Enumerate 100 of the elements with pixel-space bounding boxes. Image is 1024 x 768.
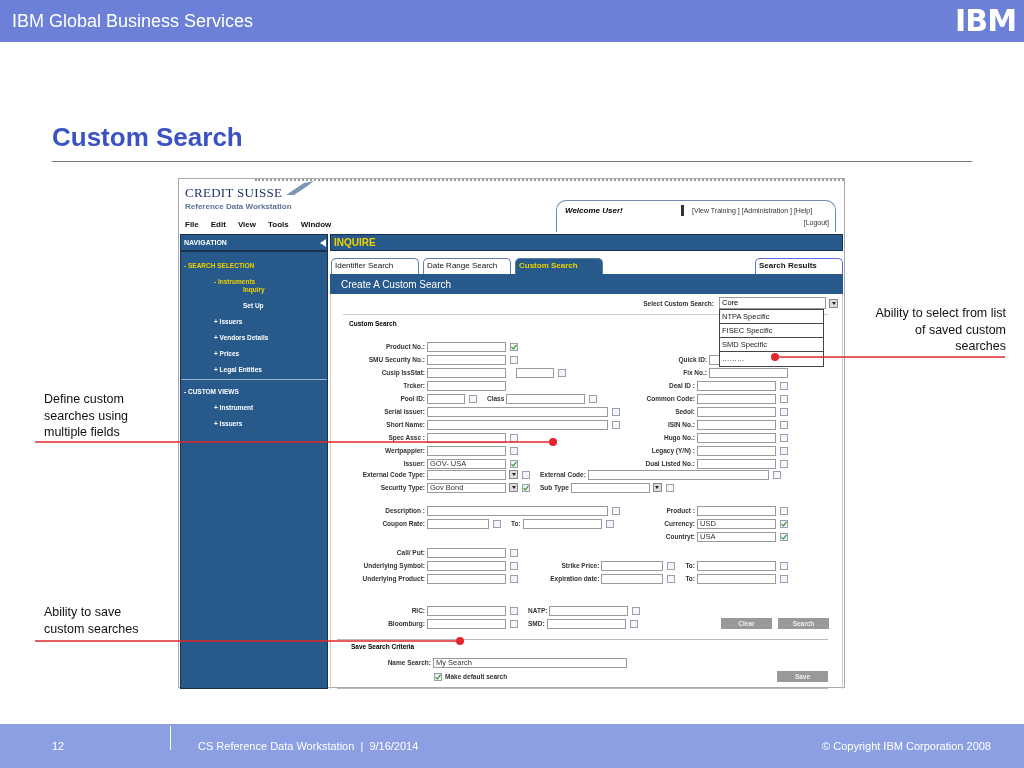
tab[interactable]: Search Results bbox=[755, 258, 843, 274]
slide-title: Custom Search bbox=[52, 122, 243, 153]
text-field[interactable] bbox=[427, 618, 506, 629]
dropdown-button[interactable] bbox=[652, 483, 662, 492]
text-field[interactable] bbox=[697, 393, 776, 404]
annotation-text: Ability to select from list of saved custom searches bbox=[874, 305, 1006, 355]
text-field[interactable] bbox=[427, 573, 506, 584]
checkbox[interactable] bbox=[780, 381, 788, 390]
checkbox[interactable] bbox=[780, 459, 788, 468]
annotation-text: Define custom searches using multiple fields bbox=[44, 391, 130, 441]
text-field[interactable] bbox=[549, 605, 629, 616]
text-field[interactable] bbox=[427, 605, 506, 616]
text-field[interactable] bbox=[427, 341, 506, 352]
menu-item[interactable]: Window bbox=[300, 220, 332, 229]
checkbox[interactable] bbox=[510, 548, 518, 557]
text-field[interactable] bbox=[697, 458, 776, 469]
menu-item[interactable]: View bbox=[237, 220, 256, 229]
text-field[interactable] bbox=[427, 367, 506, 378]
checkbox[interactable] bbox=[780, 574, 788, 583]
menu-item[interactable]: Tools bbox=[268, 220, 289, 229]
checkbox[interactable] bbox=[632, 606, 641, 615]
text-field[interactable] bbox=[427, 469, 506, 480]
product-name: Reference Data Workstation bbox=[185, 202, 293, 211]
text-field[interactable] bbox=[601, 560, 664, 571]
checkbox[interactable] bbox=[510, 606, 518, 615]
checkbox[interactable] bbox=[780, 433, 788, 442]
checkbox[interactable] bbox=[558, 368, 566, 377]
checkbox[interactable] bbox=[780, 532, 788, 541]
checkbox[interactable] bbox=[522, 483, 530, 492]
menu-item[interactable]: File bbox=[185, 220, 199, 229]
text-field[interactable] bbox=[427, 419, 608, 430]
text-field[interactable] bbox=[697, 432, 776, 443]
text-field[interactable] bbox=[427, 518, 489, 529]
text-field[interactable] bbox=[601, 573, 664, 584]
checkbox[interactable] bbox=[629, 619, 638, 628]
checkbox[interactable] bbox=[510, 355, 518, 364]
checkbox[interactable] bbox=[510, 342, 518, 351]
checkbox[interactable] bbox=[780, 519, 788, 528]
text-field[interactable] bbox=[697, 505, 776, 516]
text-field[interactable] bbox=[546, 618, 626, 629]
tab[interactable]: Custom Search bbox=[515, 258, 603, 274]
text-field[interactable] bbox=[506, 393, 586, 404]
checkbox[interactable] bbox=[780, 394, 788, 403]
separator-bar bbox=[681, 205, 684, 216]
text-field[interactable] bbox=[709, 367, 788, 378]
checkbox[interactable] bbox=[493, 519, 501, 528]
text-field[interactable] bbox=[427, 445, 506, 456]
checkbox[interactable] bbox=[665, 483, 674, 492]
dropdown-button[interactable] bbox=[509, 470, 518, 479]
checkbox[interactable] bbox=[510, 446, 518, 455]
checkbox[interactable] bbox=[667, 574, 676, 583]
text-field[interactable] bbox=[516, 367, 554, 378]
dropdown-button[interactable] bbox=[509, 483, 518, 492]
dropdown-button[interactable] bbox=[829, 298, 838, 308]
checkbox[interactable] bbox=[780, 407, 788, 416]
menu-item[interactable]: Edit bbox=[210, 220, 226, 229]
text-field[interactable] bbox=[427, 380, 506, 391]
text-field[interactable] bbox=[427, 547, 506, 558]
checkbox[interactable] bbox=[780, 561, 788, 570]
text-field[interactable] bbox=[522, 518, 602, 529]
checkbox[interactable] bbox=[510, 619, 518, 628]
text-field[interactable] bbox=[697, 380, 776, 391]
checkbox[interactable] bbox=[612, 506, 620, 515]
footer-title: CS Reference Data Workstation | 9/16/2014 bbox=[198, 740, 419, 752]
panel-title: Create A Custom Search bbox=[341, 278, 452, 290]
page-number: 12 bbox=[52, 740, 66, 752]
checkbox[interactable] bbox=[510, 433, 518, 442]
tab[interactable]: Identifier Search bbox=[331, 258, 419, 274]
text-field[interactable] bbox=[427, 406, 608, 417]
annotation-text: Ability to save custom searches bbox=[44, 604, 140, 637]
text-field[interactable] bbox=[427, 393, 465, 404]
text-field[interactable] bbox=[697, 560, 776, 571]
checkbox[interactable] bbox=[510, 574, 518, 583]
text-field[interactable] bbox=[427, 354, 506, 365]
checkbox[interactable] bbox=[510, 459, 518, 468]
checkbox[interactable] bbox=[667, 561, 676, 570]
tab[interactable]: Date Range Search bbox=[423, 258, 511, 274]
text-field[interactable] bbox=[427, 505, 608, 516]
checkbox[interactable] bbox=[612, 420, 620, 429]
text-field[interactable] bbox=[587, 469, 769, 480]
checkbox[interactable] bbox=[612, 407, 620, 416]
text-field[interactable] bbox=[697, 419, 776, 430]
checkbox[interactable] bbox=[469, 394, 477, 403]
text-field[interactable] bbox=[427, 560, 506, 571]
checkbox[interactable] bbox=[434, 672, 442, 681]
text-field[interactable] bbox=[697, 445, 776, 456]
page-title: INQUIRE bbox=[334, 237, 376, 248]
checkbox[interactable] bbox=[605, 519, 614, 528]
checkbox[interactable] bbox=[589, 394, 598, 403]
checkbox[interactable] bbox=[780, 506, 788, 515]
text-field[interactable] bbox=[427, 432, 506, 443]
checkbox[interactable] bbox=[510, 561, 518, 570]
text-field[interactable] bbox=[697, 406, 776, 417]
header-title: IBM Global Business Services bbox=[12, 10, 254, 32]
checkbox[interactable] bbox=[772, 470, 781, 479]
checkbox[interactable] bbox=[780, 420, 788, 429]
text-field[interactable] bbox=[697, 573, 776, 584]
checkbox[interactable] bbox=[780, 446, 788, 455]
text-field[interactable] bbox=[570, 482, 650, 493]
checkbox[interactable] bbox=[522, 470, 530, 479]
